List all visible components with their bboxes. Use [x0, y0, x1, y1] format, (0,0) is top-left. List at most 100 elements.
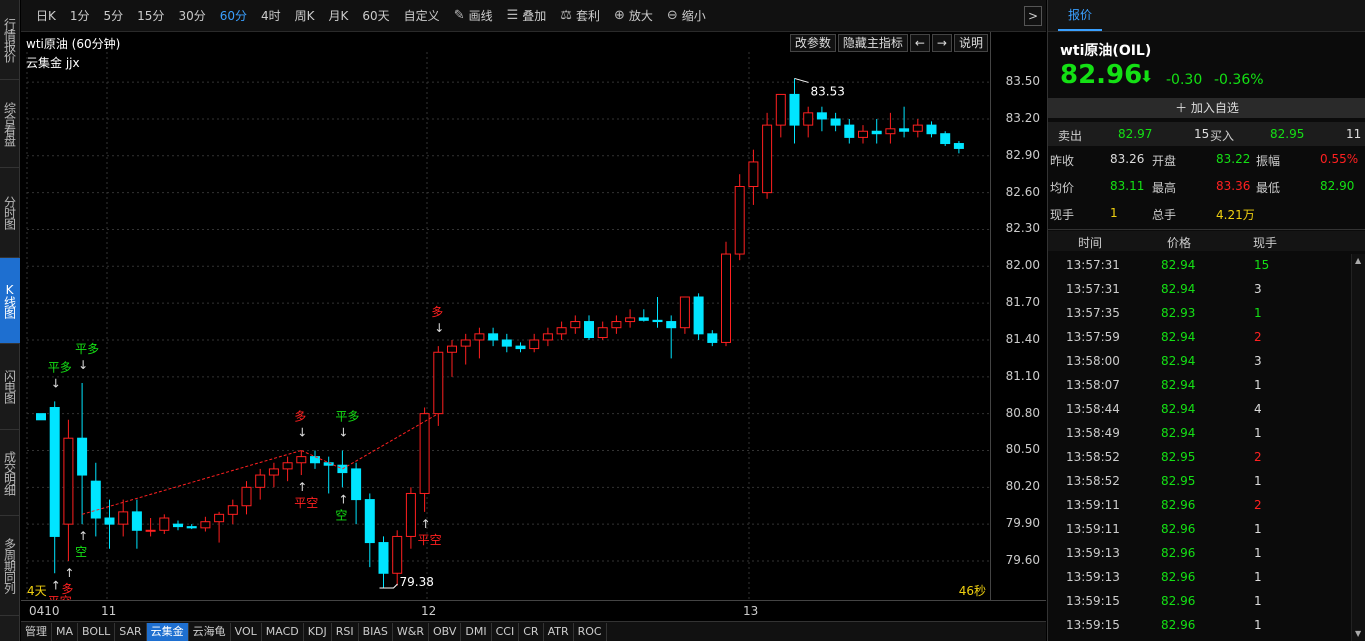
zoom-out-button[interactable]: ⊖ 缩小 — [660, 7, 713, 24]
signal-trend-line — [301, 450, 343, 470]
candle-body — [255, 474, 266, 488]
indicator-tab[interactable]: MACD — [262, 622, 304, 641]
period-4h[interactable]: 4时 — [254, 7, 288, 24]
stat-value: 83.11 — [1110, 179, 1145, 193]
candle-body — [501, 339, 512, 347]
indicator-tab[interactable]: CR — [519, 622, 544, 641]
indicator-tab[interactable]: DMI — [461, 622, 492, 641]
date-label: 0410 — [29, 604, 60, 618]
candle-body — [734, 186, 745, 255]
stat-value: 83.36 — [1216, 179, 1251, 193]
hide-indicator-button[interactable]: 隐藏主指标 — [837, 34, 908, 52]
stat-label: 振幅 — [1256, 154, 1281, 168]
divider — [1048, 229, 1365, 230]
indicator-tab[interactable]: 管理 — [21, 622, 52, 641]
scroll-right-button[interactable]: → — [931, 34, 952, 52]
date-axis: 0410 11 12 13 — [21, 600, 1046, 620]
tab-timeshare[interactable]: 分时图 — [0, 168, 20, 258]
tab-quote-detail[interactable]: 报价 — [1058, 0, 1103, 31]
indicator-tab[interactable]: BOLL — [78, 622, 116, 641]
candle-body — [515, 345, 526, 350]
candle-body — [953, 143, 964, 149]
period-week[interactable]: 周K — [288, 7, 322, 24]
tick-scrollbar[interactable]: ▲ ▼ — [1351, 254, 1365, 641]
tick-price: 82.94 — [1161, 282, 1196, 296]
down-arrow-icon: ⬇ — [1140, 67, 1154, 86]
indicator-tab[interactable]: RSI — [332, 622, 359, 641]
arbitrage-icon: ⚖ — [560, 8, 572, 23]
tab-overview[interactable]: 综合看盘 — [0, 80, 20, 168]
indicator-tab[interactable]: 云集金 — [146, 622, 189, 641]
period-5m[interactable]: 5分 — [97, 7, 131, 24]
scroll-up-icon[interactable]: ▲ — [1355, 256, 1361, 265]
scroll-down-icon[interactable]: ▼ — [1355, 629, 1361, 638]
stat-label: 昨收 — [1050, 154, 1075, 168]
signal-label: 多 — [431, 305, 443, 319]
edit-params-button[interactable]: 改参数 — [789, 34, 836, 52]
tab-kline[interactable]: K线图 — [0, 258, 20, 344]
tick-row: 13:57:35 82.93 1 — [1048, 302, 1348, 326]
col-volume: 现手 — [1253, 236, 1278, 250]
price-tick: 83.20 — [1005, 110, 1040, 125]
tick-vol: 1 — [1254, 306, 1262, 320]
indicator-tab[interactable]: OBV — [429, 622, 462, 641]
quote-tab-bar: 报价 — [1048, 0, 1365, 32]
tick-time: 13:58:49 — [1066, 426, 1120, 440]
stats-grid: 昨收 83.26 开盘 83.22 振幅 0.55% 均价 83.11 最高 83.36 最低 82.… — [1048, 148, 1365, 228]
indicator-tab[interactable]: ROC — [574, 622, 607, 641]
period-month[interactable]: 月K — [322, 7, 356, 24]
zoom-in-button[interactable]: ⊕ 放大 — [607, 7, 660, 24]
draw-line-button[interactable]: ✎ 画线 — [447, 7, 500, 24]
period-15m[interactable]: 15分 — [130, 7, 171, 24]
candle-body — [36, 413, 46, 421]
days-left-label: 4天 — [27, 584, 47, 598]
tab-multi-period[interactable]: 多周期同列 — [0, 516, 20, 616]
indicator-tab[interactable]: KDJ — [304, 622, 332, 641]
period-30m[interactable]: 30分 — [171, 7, 212, 24]
tick-time: 13:58:07 — [1066, 378, 1120, 392]
period-custom[interactable]: 自定义 — [397, 7, 447, 24]
tick-vol: 2 — [1254, 498, 1262, 512]
indicator-tab[interactable]: ATR — [544, 622, 574, 641]
indicator-tab[interactable]: 云海龟 — [189, 622, 231, 641]
sell-volume: 15 — [1194, 127, 1210, 141]
indicator-tab[interactable]: BIAS — [359, 622, 393, 641]
period-day[interactable]: 日K — [29, 7, 63, 24]
candle-body — [721, 253, 731, 343]
overlay-button[interactable]: ☰ 叠加 — [500, 7, 554, 24]
period-60d[interactable]: 60天 — [355, 7, 396, 24]
candle-body — [830, 118, 841, 126]
buy-price: 82.95 — [1270, 127, 1305, 141]
period-60m[interactable]: 60分 — [213, 7, 254, 24]
indicator-tab[interactable]: MA — [52, 622, 79, 641]
period-1m[interactable]: 1分 — [63, 7, 97, 24]
indicator-tab[interactable]: CCI — [492, 622, 520, 641]
candle-body — [200, 521, 211, 529]
tab-quote[interactable]: 行情报价 — [0, 0, 20, 80]
tick-price: 82.94 — [1161, 330, 1196, 344]
indicator-tab[interactable]: SAR — [115, 622, 147, 641]
candle-body — [351, 468, 362, 501]
kline-chart[interactable]: 平多↓↑平空空↑多平多↓↑空多↓↑平空平多↓↑空↑平空多↓83.5379.38 … — [21, 32, 1046, 620]
tab-trade-detail[interactable]: 成交明细 — [0, 430, 20, 516]
tick-vol: 1 — [1254, 378, 1262, 392]
scroll-left-button[interactable]: ← — [909, 34, 930, 52]
help-button[interactable]: 说明 — [953, 34, 988, 52]
candle-body — [693, 296, 704, 335]
add-watchlist-button[interactable]: ＋ 加入自选 — [1048, 98, 1365, 118]
arbitrage-button[interactable]: ⚖ 套利 — [553, 7, 607, 24]
indicator-tab[interactable]: W&R — [393, 622, 429, 641]
candle-body — [638, 317, 649, 321]
tick-time: 13:59:13 — [1066, 570, 1120, 584]
tick-time: 13:59:11 — [1066, 522, 1120, 536]
tab-flash[interactable]: 闪电图 — [0, 344, 20, 430]
tick-time: 13:57:59 — [1066, 330, 1120, 344]
candle-body — [460, 339, 471, 347]
candle-body — [775, 93, 786, 126]
pencil-icon: ✎ — [453, 8, 465, 23]
signal-label: 平空 — [294, 496, 318, 510]
expand-panel-button[interactable]: > — [1024, 6, 1042, 26]
indicator-tab[interactable]: VOL — [231, 622, 262, 641]
candle-body — [145, 529, 156, 532]
tick-price: 82.96 — [1161, 594, 1196, 608]
